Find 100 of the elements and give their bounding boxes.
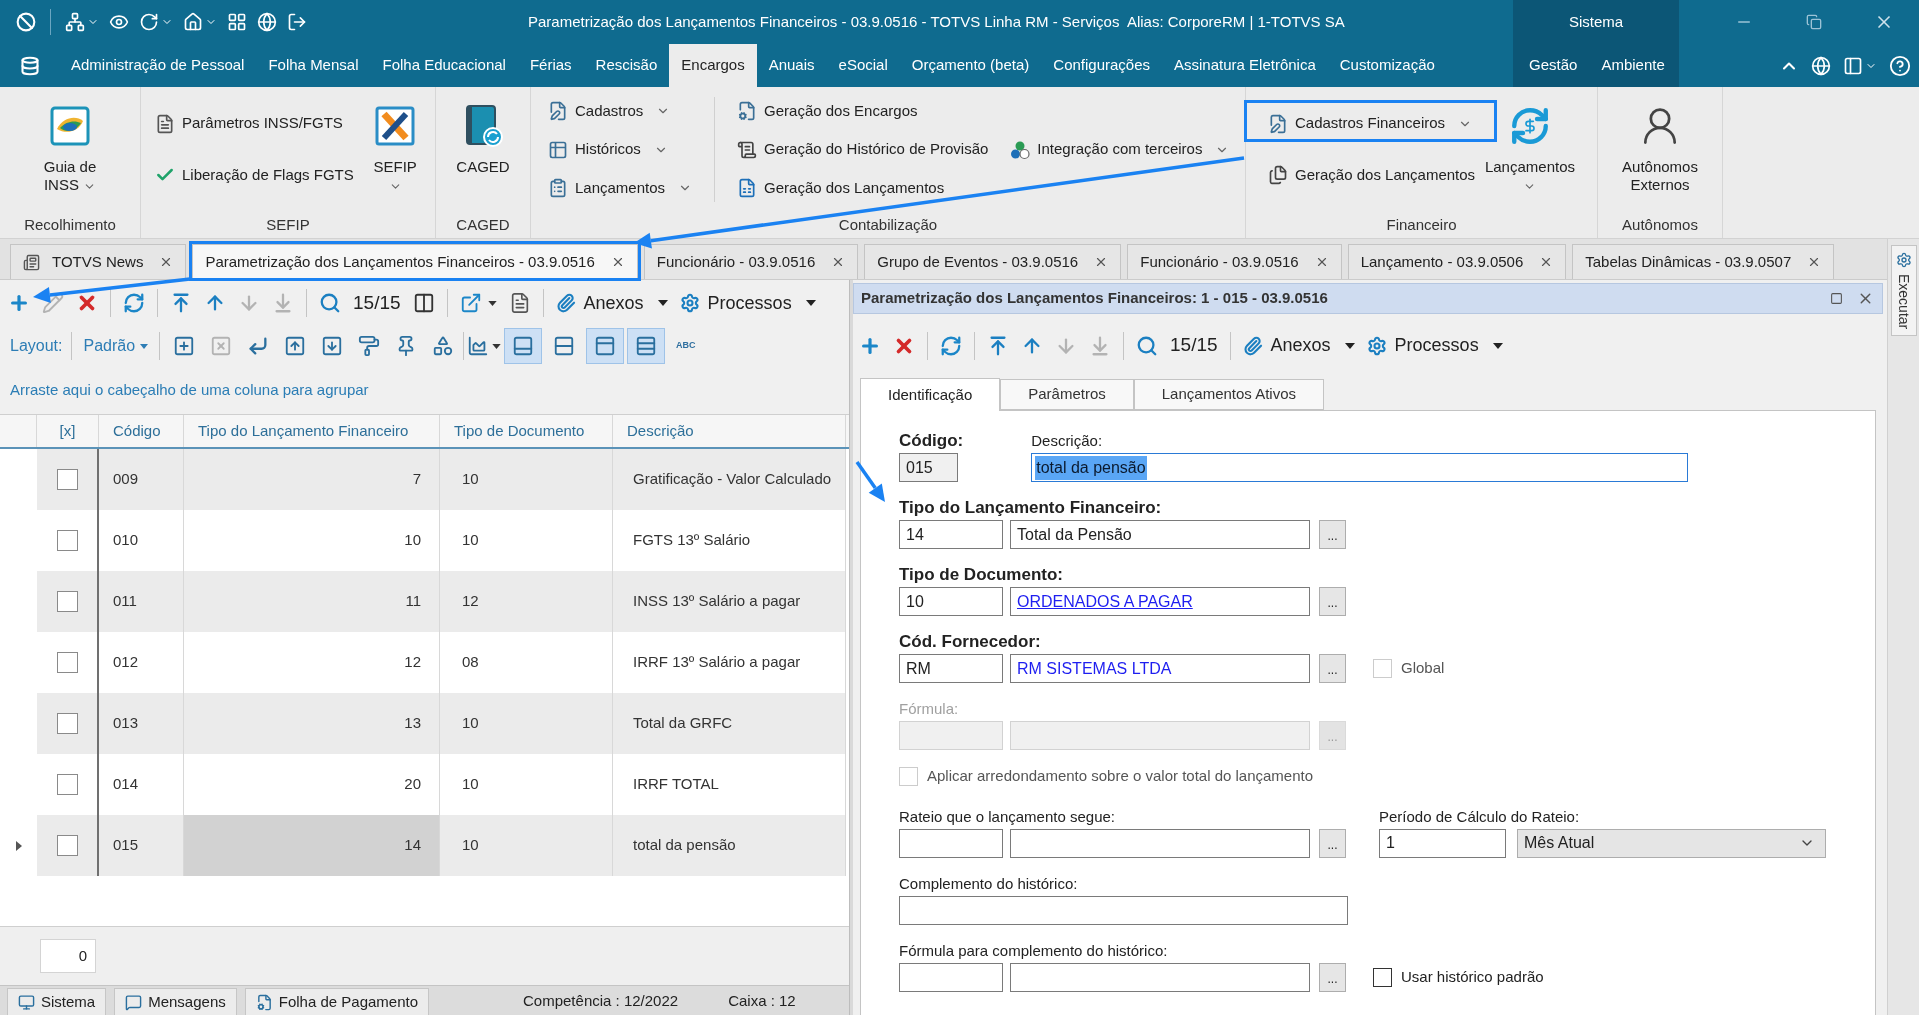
document-tab[interactable]: Parametrização dos Lançamentos Financeiros - 03.9.0516 [192, 244, 638, 279]
name-field[interactable] [1010, 962, 1310, 992]
eye-icon[interactable] [109, 12, 129, 32]
menu-tab[interactable]: Férias [517, 44, 584, 87]
menu-tab[interactable]: Gestão [1517, 44, 1590, 87]
panel-bottom-icon[interactable] [512, 335, 535, 357]
refresh-icon[interactable] [123, 292, 145, 314]
name-field[interactable] [1010, 828, 1310, 858]
search-icon[interactable] [319, 292, 341, 314]
code-field[interactable]: RM [899, 654, 1003, 683]
row-checkbox[interactable] [56, 713, 78, 734]
menu-tab[interactable]: Assinatura Eletrônica [1162, 44, 1328, 87]
move-down-icon[interactable] [321, 335, 344, 357]
dropdown-button[interactable]: Anexos [555, 289, 668, 317]
view-toggle-button[interactable] [627, 328, 666, 364]
view-toggle-button[interactable] [586, 328, 625, 364]
block-icon[interactable] [16, 12, 36, 32]
ribbon-button[interactable]: Cadastros Financeiros [1268, 108, 1476, 139]
column-header[interactable]: Código [99, 415, 184, 447]
status-tab[interactable]: Folha de Pagamento [244, 988, 429, 1015]
ribbon-button[interactable]: CAGED [456, 87, 510, 176]
maximize-icon[interactable] [1830, 292, 1843, 305]
code-field[interactable]: 015 [899, 453, 958, 482]
exit-icon[interactable] [287, 12, 307, 32]
description-field[interactable]: total da pensão [1031, 453, 1689, 482]
row-checkbox[interactable] [56, 530, 78, 551]
home-icon[interactable] [183, 12, 203, 32]
rows-icon[interactable] [635, 335, 658, 357]
row-checkbox[interactable] [56, 591, 78, 612]
status-tab[interactable]: Sistema [7, 988, 107, 1015]
dropdown-button[interactable]: Anexos [1242, 332, 1355, 359]
name-field[interactable]: Total da Pensão [1010, 520, 1310, 549]
refresh-icon[interactable] [139, 12, 159, 32]
ribbon-button[interactable]: Geração do Histórico de Provisão [737, 134, 989, 165]
checkbox[interactable] [1373, 967, 1392, 987]
export-icon[interactable] [459, 292, 482, 314]
layout-dropdown[interactable]: Padrão [83, 334, 149, 358]
ribbon-button[interactable]: Lançamentos [548, 173, 693, 204]
menu-tab[interactable]: Ambiente [1589, 44, 1677, 87]
column-header[interactable]: Tipo do Lançamento Financeiro [184, 415, 440, 447]
menu-tab[interactable]: Orçamento (beta) [899, 44, 1042, 87]
document-tab[interactable]: Grupo de Eventos - 03.9.0516 [864, 244, 1122, 279]
spellcheck-button[interactable]: ABC [668, 339, 704, 353]
database-icon[interactable] [19, 55, 40, 76]
document-tab[interactable]: Lançamento - 03.9.0506 [1347, 244, 1567, 279]
status-tab[interactable]: Mensagens [114, 988, 237, 1015]
globe-icon[interactable] [1811, 55, 1831, 76]
ribbon-button[interactable]: Geração dos Lançamentos [1268, 160, 1476, 191]
lookup-button[interactable]: ... [1319, 520, 1346, 549]
form-tab[interactable]: Parâmetros [1000, 379, 1134, 410]
menu-tab[interactable]: Folha Mensal [256, 44, 371, 87]
ribbon-button[interactable]: Cadastros [548, 95, 693, 126]
period-field[interactable]: 1 [1379, 828, 1506, 858]
plus-icon[interactable] [8, 292, 30, 314]
panel-icon[interactable] [1843, 55, 1863, 76]
side-panel-tab[interactable]: Executar [1890, 245, 1917, 337]
lookup-button[interactable]: ... [1319, 587, 1346, 616]
menu-tab[interactable]: Rescisão [583, 44, 670, 87]
ribbon-button[interactable]: Geração dos Encargos [737, 95, 989, 126]
lookup-button[interactable]: ... [1319, 654, 1346, 683]
ribbon-button[interactable]: Guia de INSS [42, 87, 98, 194]
row-checkbox[interactable] [56, 652, 78, 673]
document-tab[interactable]: TOTVS News [10, 244, 187, 279]
grid-icon[interactable] [227, 12, 247, 32]
paint-roller-icon[interactable] [358, 335, 381, 357]
name-field[interactable]: RM SISTEMAS LTDA [1010, 654, 1310, 683]
row-checkbox[interactable] [56, 835, 78, 856]
code-field[interactable]: 10 [899, 587, 1003, 616]
menu-tab[interactable]: Customização [1327, 44, 1447, 87]
dropdown-button[interactable]: Processos [679, 289, 816, 317]
menu-tab[interactable]: Administração de Pessoal [59, 44, 257, 87]
menu-tab[interactable]: Folha Educacional [370, 44, 518, 87]
dropdown-button[interactable]: Processos [1366, 332, 1503, 359]
restore-icon[interactable] [1806, 14, 1822, 30]
column-header[interactable]: Tipo de Documento [440, 415, 613, 447]
split-rows-icon[interactable] [553, 335, 576, 357]
ribbon-button[interactable]: Lançamentos [1484, 87, 1575, 194]
column-header[interactable]: [x] [37, 415, 99, 447]
row-checkbox[interactable] [56, 774, 78, 795]
ribbon-button[interactable]: SEFIP [367, 87, 423, 194]
period-select[interactable]: Mês Atual [1517, 828, 1826, 858]
ribbon-button[interactable]: Históricos [548, 134, 693, 165]
ribbon-button[interactable]: Parâmetros INSS/FGTS [155, 108, 354, 139]
document-tab[interactable]: Tabelas Dinâmicas - 03.9.0507 [1572, 244, 1835, 279]
menu-tab[interactable]: Encargos [669, 44, 757, 87]
text-field[interactable] [899, 895, 1348, 925]
lookup-button[interactable]: ... [1319, 962, 1346, 992]
move-up-icon[interactable] [284, 335, 307, 357]
name-field[interactable]: ORDENADOS A PAGAR [1010, 587, 1310, 616]
ribbon-button[interactable]: Geração dos Lançamentos [737, 173, 989, 204]
form-tab[interactable]: Identificação [860, 378, 1001, 411]
column-header[interactable]: Descrição [613, 415, 846, 447]
code-field[interactable]: 14 [899, 520, 1003, 549]
globe-icon[interactable] [257, 12, 277, 32]
ribbon-button[interactable]: Liberação de Flags FGTS [155, 160, 354, 191]
panel-top-icon[interactable] [594, 335, 617, 357]
menu-tab[interactable]: Configurações [1041, 44, 1163, 87]
row-checkbox[interactable] [56, 469, 78, 490]
menu-tab[interactable]: Anuais [756, 44, 827, 87]
columns-icon[interactable] [412, 292, 435, 314]
